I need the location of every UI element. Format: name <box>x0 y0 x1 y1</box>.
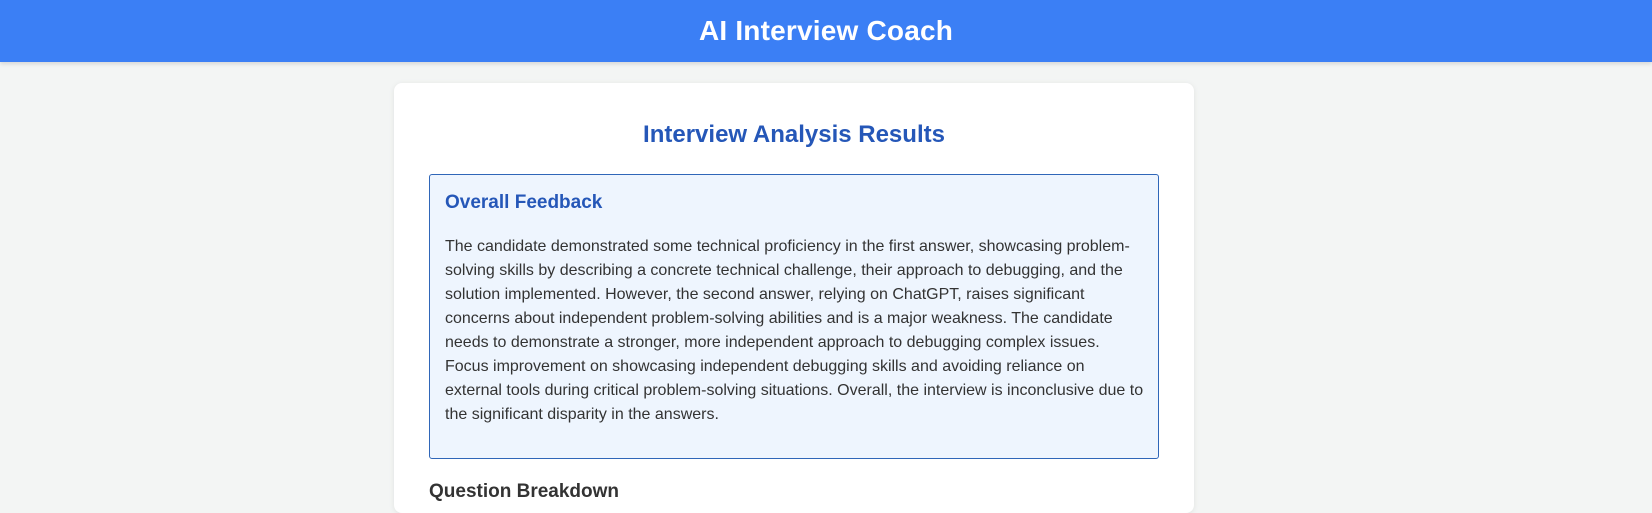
question-breakdown-heading: Question Breakdown <box>429 481 620 502</box>
results-card: Interview Analysis Results Overall Feedb… <box>394 83 1194 513</box>
overall-feedback-heading: Overall Feedback <box>445 192 603 213</box>
app-header: AI Interview Coach <box>0 0 1652 62</box>
overall-feedback-text: The candidate demonstrated some technica… <box>445 238 1144 423</box>
overall-feedback-panel: Overall Feedback The candidate demonstra… <box>429 174 1159 459</box>
results-title: Interview Analysis Results <box>643 121 945 148</box>
app-title: AI Interview Coach <box>698 15 954 46</box>
